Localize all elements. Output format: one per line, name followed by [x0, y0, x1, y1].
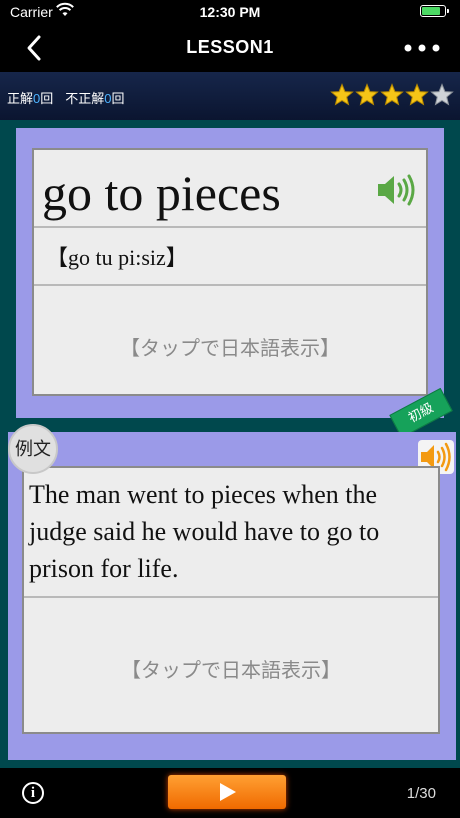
speaker-icon[interactable] — [376, 172, 416, 208]
divider — [34, 226, 426, 228]
play-button[interactable] — [168, 775, 286, 809]
status-bar: Carrier 12:30 PM — [0, 0, 460, 24]
bottom-bar: i 1/30 — [0, 768, 460, 818]
pronunciation: 【go tu pi:siz】 — [46, 245, 188, 270]
battery-icon — [420, 5, 449, 17]
page-title: LESSON1 — [186, 37, 274, 57]
example-badge: 例文 — [8, 424, 58, 474]
example-card-face: The man went to pieces when the judge sa… — [22, 466, 440, 734]
rating-stars — [330, 83, 454, 107]
star-filled-icon — [355, 83, 379, 106]
translation-tap-area[interactable]: 【タップで日本語表示】 — [34, 332, 426, 361]
more-options-icon[interactable] — [402, 36, 442, 60]
status-time: 12:30 PM — [199, 4, 261, 20]
vocabulary-word: go to pieces — [42, 165, 281, 221]
star-filled-icon — [405, 83, 429, 106]
example-sentence: The man went to pieces when the judge sa… — [29, 480, 380, 583]
divider — [34, 284, 426, 286]
example-card: 例文 The man went to pieces when the judge… — [8, 424, 456, 760]
word-card-face: go to pieces 【go tu pi:siz】 【タップで日本語表示】 — [32, 148, 428, 396]
star-filled-icon — [330, 83, 354, 106]
correct-suffix: 回 — [40, 91, 54, 106]
score-bar: 正解0回 不正解0回 — [0, 72, 460, 120]
correct-label: 正解 — [7, 91, 34, 106]
page-indicator: 1/30 — [406, 785, 436, 802]
translation-tap-area[interactable]: 【タップで日本語表示】 — [24, 654, 438, 683]
play-icon — [220, 783, 236, 801]
battery-fill — [422, 7, 440, 15]
incorrect-count: 0 — [104, 91, 112, 106]
star-filled-icon — [380, 83, 404, 106]
star-empty-icon — [430, 83, 454, 106]
incorrect-label: 不正解 — [65, 91, 105, 106]
divider — [24, 596, 438, 598]
nav-bar: LESSON1 — [0, 24, 460, 72]
info-icon[interactable]: i — [22, 782, 44, 804]
answer-stats: 正解0回 不正解0回 — [7, 88, 125, 107]
incorrect-suffix: 回 — [111, 91, 125, 106]
word-card: go to pieces 【go tu pi:siz】 【タップで日本語表示】 … — [16, 128, 453, 439]
